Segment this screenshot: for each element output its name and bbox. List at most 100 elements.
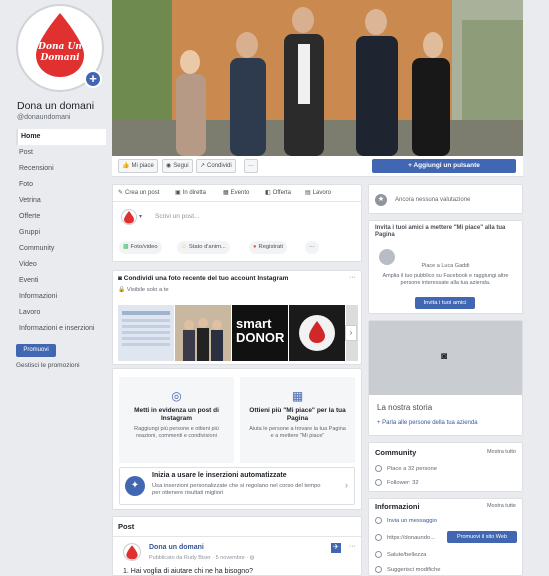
sidebar-item-informazioni[interactable]: Informazioni [16, 289, 106, 305]
sidebar-item-lavoro[interactable]: Lavoro [16, 305, 106, 321]
community-see-all[interactable]: Mostra tutto [487, 449, 516, 455]
star-icon: ★ [375, 194, 387, 206]
story-card: ◙ La nostra storia + Parla alle persone … [368, 320, 523, 436]
tab-offer[interactable]: ◧ Offerta [265, 189, 291, 197]
category-row[interactable]: Salute/bellezza [375, 551, 426, 558]
pencil-icon [375, 566, 382, 573]
cover-photo[interactable] [112, 0, 523, 156]
like-button[interactable]: 👍 Mi piace [118, 159, 158, 173]
instagram-thumb-2[interactable] [175, 305, 231, 361]
composer-input[interactable]: Scrivi un post... [155, 213, 199, 220]
tab-job[interactable]: ▤ Lavoro [305, 189, 331, 197]
community-likes-row: Piace a 32 persone [375, 465, 437, 472]
tag-icon: ◧ [265, 190, 271, 196]
promo-boost-instagram[interactable]: ◎ Metti in evidenza un post di Instagram… [119, 377, 234, 463]
sidebar-item-home[interactable]: Home [16, 129, 106, 145]
instagram-visibility: 🔒 Visibile solo a te [118, 287, 169, 293]
camera-icon[interactable]: ◙ [441, 351, 447, 362]
rss-icon: ◉ [166, 163, 172, 169]
post-more-icon[interactable]: ··· [349, 543, 356, 550]
more-options-icon[interactable]: ··· [349, 274, 356, 281]
story-add-link[interactable]: + Parla alle persone della tua azienda [377, 420, 478, 426]
sidebar-item-gruppi[interactable]: Gruppi [16, 225, 106, 241]
page-avatar [121, 209, 137, 225]
instagram-thumb-4[interactable] [289, 305, 345, 361]
sidebar-item-info-inserzioni[interactable]: Informazioni e inserzioni [16, 321, 106, 337]
magic-wand-icon: ✦ [125, 476, 145, 496]
sidebar-item-video[interactable]: Video [16, 257, 106, 273]
instagram-thumb-1[interactable] [118, 305, 174, 361]
page-handle[interactable]: @donaundomani [17, 114, 70, 121]
like-icon [375, 465, 382, 472]
rating-text: Ancora nessuna valutazione [395, 197, 471, 203]
story-title: La nostra storia [377, 403, 433, 412]
page-icon: ▦ [291, 389, 304, 403]
community-card: Community Mostra tutto Piace a 32 person… [368, 442, 523, 492]
chip-photo-video[interactable]: ▩ Foto/video [119, 241, 162, 254]
calendar-icon: ▦ [223, 190, 229, 196]
automated-ads-promo[interactable]: ✦ Inizia a usare le inserzioni automatiz… [119, 467, 355, 505]
sidebar-item-offerte[interactable]: Offerte [16, 209, 106, 225]
posts-section: Post Dona un domani Pubblicato da Rudy B… [112, 516, 362, 576]
photo-icon: ▩ [123, 244, 129, 250]
add-photo-icon[interactable]: + [84, 70, 102, 88]
instagram-icon: ◎ [171, 389, 182, 403]
tab-event[interactable]: ▦ Evento [223, 189, 249, 197]
thumb-up-icon: 👍 [122, 163, 130, 169]
manage-promotions-link[interactable]: Gestisci le promozioni [16, 362, 80, 369]
story-cover[interactable]: ◙ [369, 321, 522, 395]
promotions-card: ◎ Metti in evidenza un post di Instagram… [112, 368, 362, 510]
sidebar-item-vetrina[interactable]: Vetrina [16, 193, 106, 209]
post-author-name[interactable]: Dona un domani [149, 544, 204, 551]
add-button-cta[interactable]: + Aggiungi un pulsante [372, 159, 516, 173]
promote-button[interactable]: Promuovi [16, 344, 56, 357]
promo-page-likes[interactable]: ▦ Ottieni più "Mi piace" per la tua Pagi… [240, 377, 355, 463]
post-text: 1. Hai voglia di aiutare chi ne ha bisog… [123, 568, 253, 575]
promote-website-button[interactable]: Promuovi il sito Web [447, 531, 517, 543]
composer-tabs: ✎ Crea un post ▣ In diretta ▦ Evento ◧ Offer… [113, 185, 361, 202]
sidebar-item-eventi[interactable]: Eventi [16, 273, 106, 289]
chip-feeling[interactable]: ☺ Stato d'anim... [177, 241, 230, 254]
about-see-all[interactable]: Mostra tutte [487, 503, 516, 509]
about-card: Informazioni Mostra tutte Invia un messa… [368, 498, 523, 576]
invite-friends-card: Invita i tuoi amici a mettere "Mi piace"… [368, 220, 523, 314]
page-title: Dona un domani [17, 100, 95, 112]
sidebar-item-post[interactable]: Post [16, 145, 106, 161]
more-actions-button[interactable]: ··· [244, 159, 258, 173]
send-message-row[interactable]: Invia un messaggio [375, 517, 437, 524]
globe-icon: ◍ [249, 555, 255, 561]
follower-icon [375, 479, 382, 486]
posts-header: Post [118, 522, 135, 531]
chip-more[interactable]: ··· [305, 241, 319, 254]
instagram-thumb-3[interactable]: smart DONOR [232, 305, 288, 361]
instagram-card-title: ◙ Condividi una foto recente del tuo acc… [118, 275, 289, 282]
pencil-icon: ✎ [118, 190, 124, 196]
sidebar-item-recensioni[interactable]: Recensioni [16, 161, 106, 177]
website-row[interactable]: https://donaundo... [375, 534, 435, 541]
chip-check-in[interactable]: ● Registrati [249, 241, 287, 254]
share-button[interactable]: ↗ Condividi [196, 159, 236, 173]
pin-icon[interactable]: ✈ [331, 543, 341, 553]
tab-create-post[interactable]: ✎ Crea un post [118, 189, 159, 197]
video-icon: ▣ [175, 190, 181, 196]
suggest-edits-row[interactable]: Suggerisci modifiche [375, 566, 441, 573]
post-author-avatar[interactable] [123, 543, 141, 561]
instagram-share-card: ◙ Condividi una foto recente del tuo acc… [112, 270, 362, 365]
tab-live[interactable]: ▣ In diretta [175, 189, 206, 197]
chevron-right-icon[interactable]: › [345, 480, 348, 490]
page-actions-bar: 👍 Mi piace ◉ Segui ↗ Condividi ··· + Agg… [112, 156, 523, 177]
chevron-right-icon[interactable]: › [345, 325, 357, 341]
logo-text: Dona Un Domani [38, 42, 82, 63]
sidebar-item-foto[interactable]: Foto [16, 177, 106, 193]
globe-icon [375, 534, 382, 541]
rating-card: ★ Ancora nessuna valutazione [368, 184, 523, 214]
instagram-icon: ◙ [118, 275, 122, 282]
chevron-down-icon[interactable]: ▾ [139, 213, 142, 220]
invite-friends-button[interactable]: Invita i tuoi amici [415, 297, 475, 309]
smiley-icon: ☺ [181, 244, 187, 250]
follow-button[interactable]: ◉ Segui [162, 159, 193, 173]
lock-icon: 🔒 [118, 287, 126, 293]
sidebar-item-community[interactable]: Community [16, 241, 106, 257]
cover-image [112, 0, 523, 156]
post-composer: ✎ Crea un post ▣ In diretta ▦ Evento ◧ Offer… [112, 184, 362, 262]
